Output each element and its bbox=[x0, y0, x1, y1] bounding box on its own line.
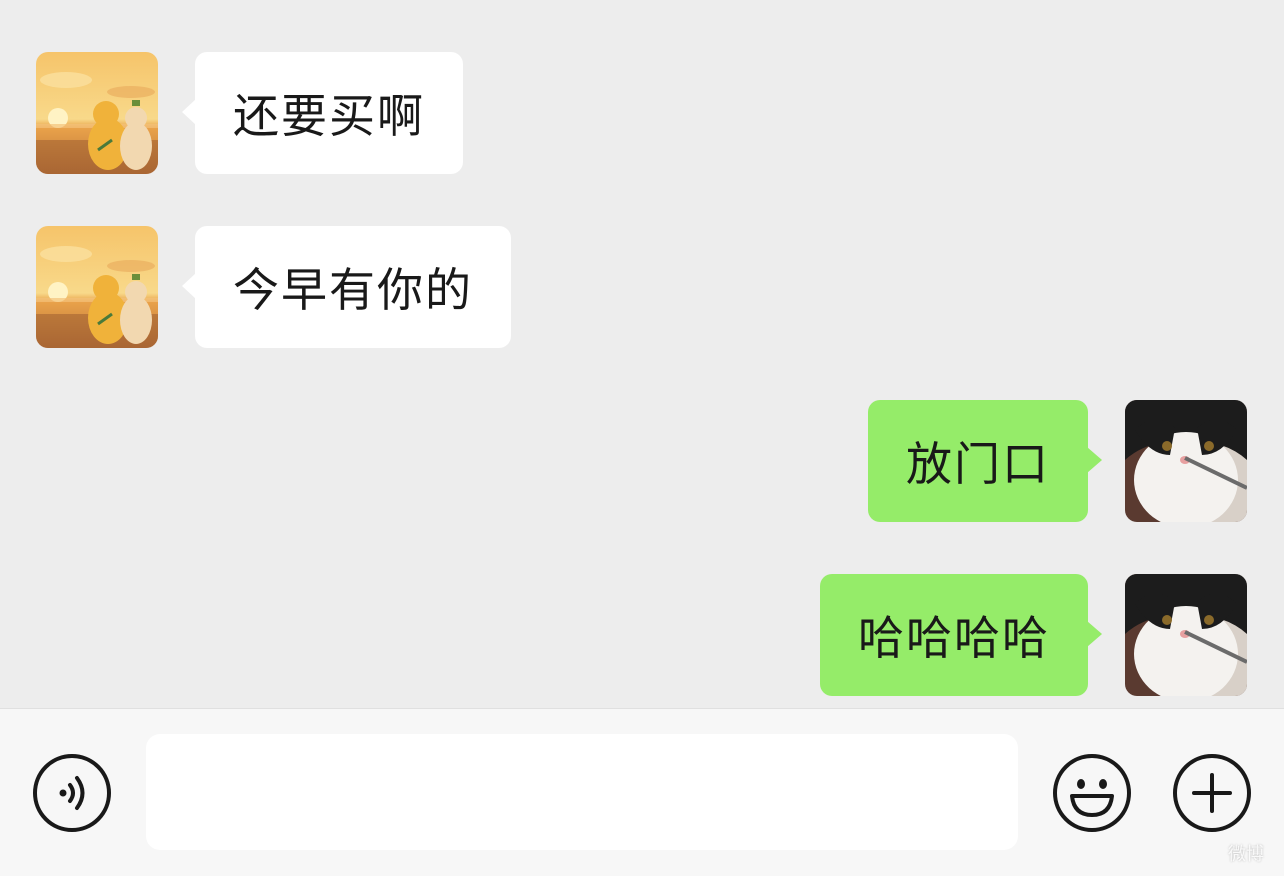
emoji-icon bbox=[1053, 754, 1131, 832]
message-bubble-incoming[interactable]: 还要买啊 bbox=[182, 52, 463, 174]
message-bubble-outgoing[interactable]: 哈哈哈哈 bbox=[820, 574, 1102, 696]
message-bubble-incoming[interactable]: 今早有你的 bbox=[182, 226, 511, 348]
input-bar: 微博 bbox=[0, 708, 1284, 876]
add-button[interactable] bbox=[1172, 753, 1252, 833]
my-avatar[interactable] bbox=[1125, 400, 1247, 522]
voice-icon bbox=[33, 754, 111, 832]
message-text: 哈哈哈哈 bbox=[858, 611, 1050, 665]
cat-avatar-image bbox=[1125, 400, 1247, 522]
cat-avatar-image bbox=[1125, 574, 1247, 696]
voice-button[interactable] bbox=[32, 753, 112, 833]
message-row-incoming: 还要买啊 bbox=[0, 52, 1284, 174]
message-row-incoming: 今早有你的 bbox=[0, 226, 1284, 348]
message-bubble-outgoing[interactable]: 放门口 bbox=[868, 400, 1102, 522]
contact-avatar[interactable] bbox=[36, 226, 158, 348]
contact-avatar[interactable] bbox=[36, 52, 158, 174]
plus-icon bbox=[1173, 754, 1251, 832]
message-input[interactable] bbox=[146, 734, 1018, 850]
watermark: 微博 bbox=[1228, 844, 1264, 865]
message-text: 放门口 bbox=[906, 437, 1050, 491]
message-text: 还要买啊 bbox=[233, 89, 425, 143]
emoji-button[interactable] bbox=[1052, 753, 1132, 833]
my-avatar[interactable] bbox=[1125, 574, 1247, 696]
message-row-outgoing: 放门口 bbox=[0, 400, 1284, 522]
sunset-ducks-avatar-image bbox=[36, 52, 158, 174]
chat-message-list[interactable]: 还要买啊 今早有你的 放门口 哈哈哈哈 bbox=[0, 0, 1284, 708]
sunset-ducks-avatar-image bbox=[36, 226, 158, 348]
message-row-outgoing: 哈哈哈哈 bbox=[0, 574, 1284, 696]
message-text: 今早有你的 bbox=[233, 263, 473, 317]
